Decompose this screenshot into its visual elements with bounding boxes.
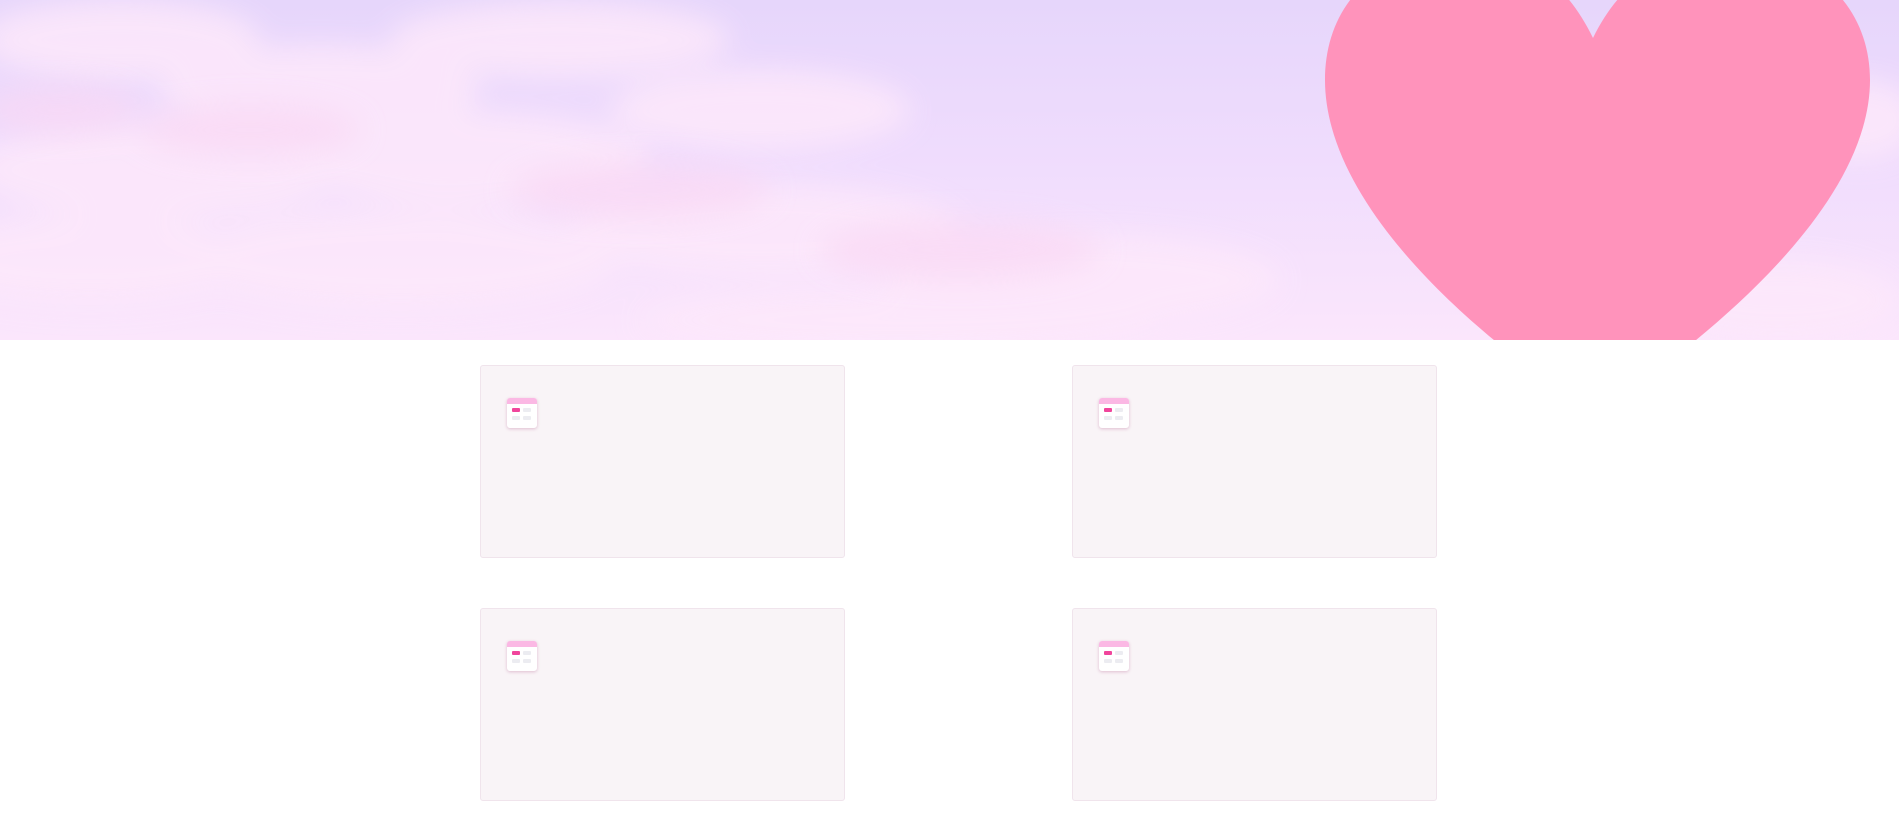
page <box>0 0 1899 827</box>
card[interactable] <box>480 608 845 801</box>
card[interactable] <box>1072 608 1437 801</box>
calendar-icon <box>1099 398 1129 428</box>
calendar-icon <box>507 641 537 671</box>
hero-banner <box>0 0 1899 340</box>
card[interactable] <box>1072 365 1437 558</box>
calendar-icon <box>1099 641 1129 671</box>
heart-icon <box>1325 0 1870 340</box>
card[interactable] <box>480 365 845 558</box>
calendar-icon <box>507 398 537 428</box>
